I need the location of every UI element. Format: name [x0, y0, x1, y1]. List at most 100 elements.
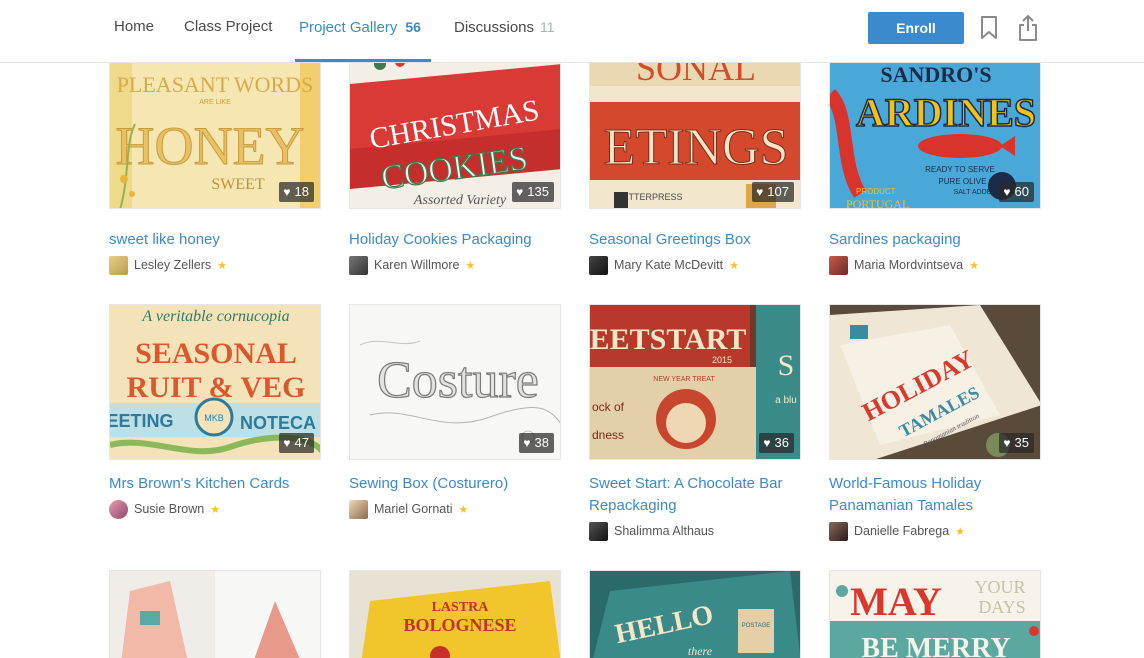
- like-count[interactable]: ♥ 60: [999, 182, 1034, 202]
- svg-text:ock of: ock of: [592, 400, 625, 414]
- svg-text:HONEY: HONEY: [116, 116, 305, 176]
- project-title[interactable]: Holiday Cookies Packaging: [349, 229, 549, 251]
- avatar: [589, 521, 608, 541]
- project-thumbnail[interactable]: SONAL ETINGS LETTERPRESS ♥ 107: [589, 53, 801, 209]
- project-title[interactable]: Sardines packaging: [829, 229, 1029, 251]
- svg-text:SWEET: SWEET: [211, 176, 265, 193]
- project-author[interactable]: Danielle Fabrega ★: [829, 521, 965, 541]
- svg-text:SANDRO'S: SANDRO'S: [880, 62, 991, 87]
- svg-text:dness: dness: [592, 428, 624, 442]
- svg-text:YOUR: YOUR: [974, 577, 1025, 597]
- avatar: [589, 255, 608, 275]
- avatar: [109, 499, 128, 519]
- avatar: [349, 499, 368, 519]
- avatar: [109, 255, 128, 275]
- project-title[interactable]: sweet like honey: [109, 229, 309, 251]
- like-count[interactable]: ♥ 35: [999, 433, 1034, 453]
- svg-text:Assorted Variety: Assorted Variety: [413, 193, 507, 208]
- project-title[interactable]: World-Famous Holiday Panamanian Tamales: [829, 473, 1029, 517]
- svg-text:SEASONAL: SEASONAL: [135, 337, 297, 370]
- project-thumbnail[interactable]: HOLIDAY TAMALES a Panamanian tradition ♥…: [829, 304, 1041, 460]
- active-tab-indicator: [295, 59, 431, 62]
- heart-icon: ♥: [756, 185, 764, 199]
- svg-text:DAYS: DAYS: [978, 597, 1025, 617]
- project-author[interactable]: Lesley Zellers ★: [109, 255, 227, 275]
- svg-text:A veritable cornucopia: A veritable cornucopia: [141, 308, 289, 325]
- project-thumbnail[interactable]: LASTRA BOLOGNESE: [349, 570, 561, 658]
- like-count[interactable]: ♥ 36: [759, 433, 794, 453]
- project-author[interactable]: Maria Mordvintseva ★: [829, 255, 979, 275]
- project-author[interactable]: Karen Willmore ★: [349, 255, 475, 275]
- project-thumbnail[interactable]: MAY YOUR DAYS BE MERRY: [829, 570, 1041, 658]
- svg-text:PRODUCT: PRODUCT: [856, 187, 896, 196]
- project-title[interactable]: Mrs Brown's Kitchen Cards: [109, 473, 309, 495]
- svg-text:there: there: [688, 644, 713, 658]
- project-author[interactable]: Mariel Gornati ★: [349, 499, 468, 519]
- avatar: [829, 521, 848, 541]
- svg-text:LASTRA: LASTRA: [432, 600, 490, 615]
- tab-count: 56: [405, 19, 421, 35]
- project-title[interactable]: Seasonal Greetings Box: [589, 229, 789, 251]
- project-thumbnail[interactable]: Costure ♥ 38: [349, 304, 561, 460]
- svg-text:MKB: MKB: [204, 413, 224, 423]
- svg-text:BE MERRY: BE MERRY: [861, 633, 1010, 658]
- project-thumbnail[interactable]: HELLO there POSTAGE: [589, 570, 801, 658]
- tab-discussions[interactable]: Discussions 11: [454, 0, 555, 62]
- tab-home[interactable]: Home: [114, 0, 154, 62]
- svg-text:ARE LIKE: ARE LIKE: [199, 99, 231, 106]
- project-title[interactable]: Sewing Box (Costurero): [349, 473, 549, 495]
- share-icon[interactable]: [1015, 13, 1041, 43]
- project-thumbnail[interactable]: PLEASANT WORDS ARE LIKE HONEY SWEET ♥ 18: [109, 53, 321, 209]
- star-icon: ★: [458, 503, 469, 516]
- like-count[interactable]: ♥ 135: [512, 182, 554, 202]
- heart-icon: ♥: [1003, 185, 1011, 199]
- project-thumbnail[interactable]: EETSTART 2015 S a blu NEW YEAR TREAT ock…: [589, 304, 801, 460]
- project-author[interactable]: Shalimma Althaus: [589, 521, 714, 541]
- like-count[interactable]: ♥ 107: [752, 182, 794, 202]
- heart-icon: ♥: [1003, 436, 1011, 450]
- svg-text:READY TO SERVE: READY TO SERVE: [925, 165, 995, 174]
- star-icon: ★: [210, 503, 221, 516]
- like-count[interactable]: ♥ 18: [279, 182, 314, 202]
- like-count[interactable]: ♥ 38: [519, 433, 554, 453]
- star-icon: ★: [969, 259, 979, 272]
- star-icon: ★: [217, 259, 227, 272]
- heart-icon: ♥: [516, 185, 524, 199]
- svg-text:ETINGS: ETINGS: [604, 119, 789, 176]
- project-thumbnail[interactable]: SANDRO'S ARDINES READY TO SERVE PURE OLI…: [829, 53, 1041, 209]
- star-icon: ★: [465, 259, 476, 272]
- star-icon: ★: [955, 525, 966, 538]
- like-count[interactable]: ♥ 47: [279, 433, 314, 453]
- heart-icon: ♥: [523, 436, 531, 450]
- heart-icon: ♥: [763, 436, 771, 450]
- svg-text:EETSTART: EETSTART: [590, 323, 746, 356]
- svg-text:BOLOGNESE: BOLOGNESE: [403, 615, 516, 635]
- project-thumbnail[interactable]: A veritable cornucopia SEASONAL RUIT & V…: [109, 304, 321, 460]
- tab-class-project[interactable]: Class Project: [184, 0, 272, 62]
- heart-icon: ♥: [283, 185, 291, 199]
- top-nav: Home Class Project Project Gallery 56 Dis…: [0, 0, 1144, 63]
- thumb-text: PLEASANT WORDS: [117, 72, 314, 97]
- tab-project-gallery[interactable]: Project Gallery 56: [299, 0, 421, 62]
- heart-icon: ♥: [283, 436, 291, 450]
- project-title[interactable]: Sweet Start: A Chocolate Bar Repackaging: [589, 473, 789, 517]
- enroll-button[interactable]: Enroll: [868, 12, 964, 44]
- svg-text:S: S: [778, 349, 795, 382]
- bookmark-icon[interactable]: [976, 13, 1002, 43]
- svg-text:Costure: Costure: [377, 352, 539, 409]
- avatar: [829, 255, 848, 275]
- avatar: [349, 255, 368, 275]
- svg-text:NOTECA: NOTECA: [240, 413, 316, 433]
- project-author[interactable]: Susie Brown ★: [109, 499, 220, 519]
- project-gallery: PLEASANT WORDS ARE LIKE HONEY SWEET ♥ 18 …: [0, 0, 1144, 658]
- svg-text:2015: 2015: [712, 355, 732, 365]
- project-thumbnail[interactable]: [109, 570, 321, 658]
- project-thumbnail[interactable]: CHRISTMAS COOKIES Assorted Variety ♥ 135: [349, 53, 561, 209]
- svg-text:PORTUGAL: PORTUGAL: [846, 197, 909, 209]
- project-author[interactable]: Mary Kate McDevitt ★: [589, 255, 739, 275]
- svg-text:POSTAGE: POSTAGE: [742, 623, 771, 629]
- svg-text:a blu: a blu: [775, 395, 797, 406]
- svg-text:NEW YEAR TREAT: NEW YEAR TREAT: [653, 376, 715, 383]
- svg-text:EETING: EETING: [110, 411, 174, 431]
- svg-text:MAY: MAY: [850, 579, 942, 624]
